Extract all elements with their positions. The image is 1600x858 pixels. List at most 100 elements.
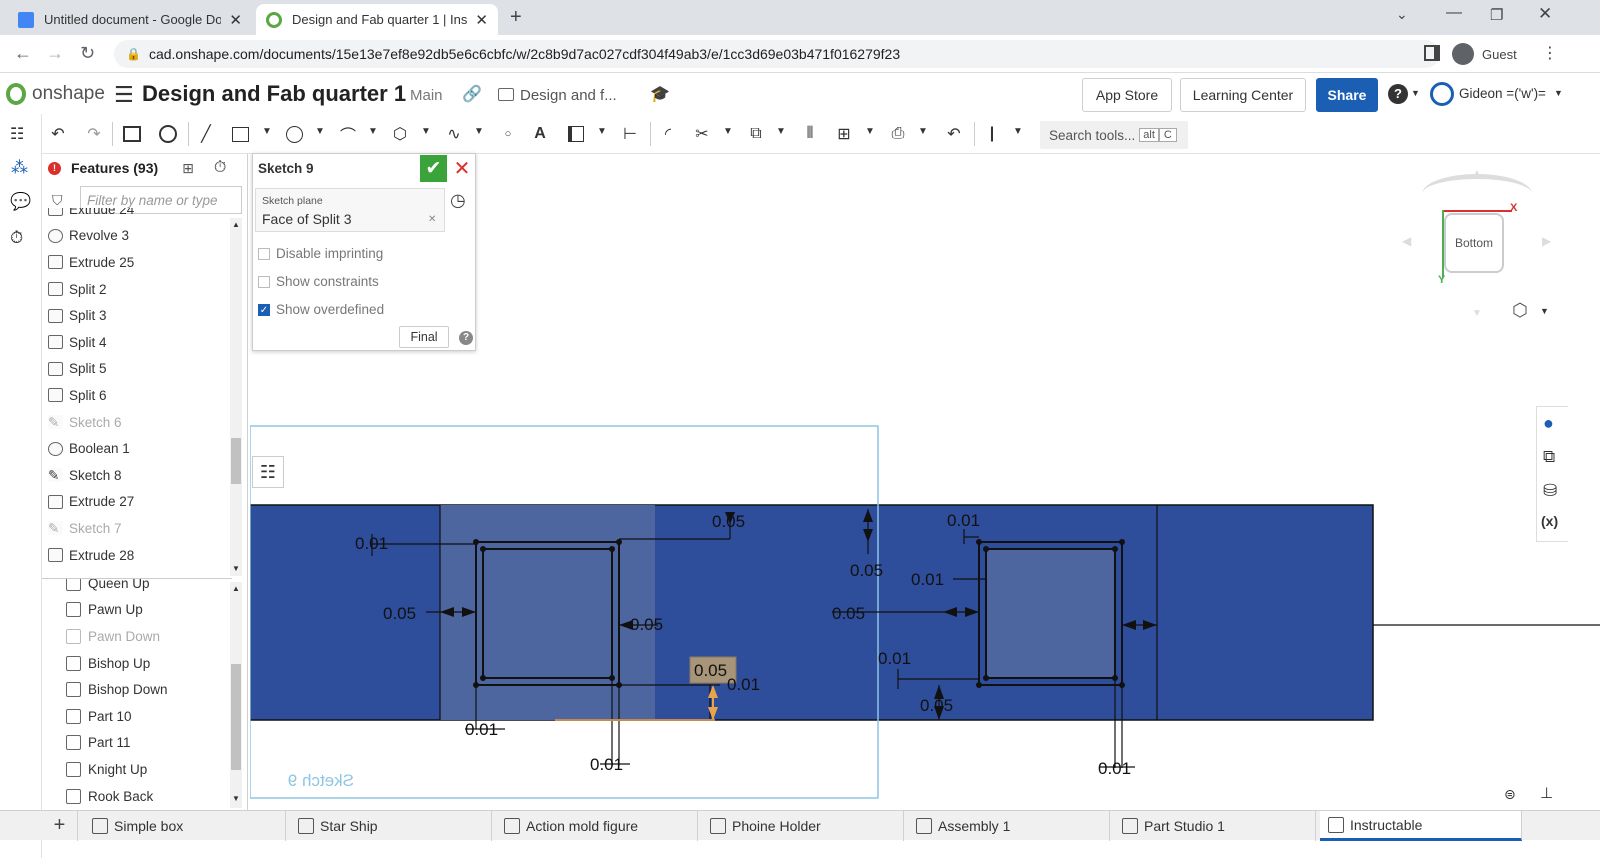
tab-instructable[interactable]: Instructable [1320,811,1522,841]
view-up-arrow-icon[interactable]: ▲ [1472,168,1482,179]
url-field[interactable]: 🔒 cad.onshape.com/documents/15e13e7ef8e9… [114,40,1440,68]
pattern-dropdown-icon[interactable]: ▼ [865,126,875,137]
checkbox-box[interactable] [258,275,270,288]
dimension-label[interactable]: 0.05 [850,561,883,580]
list-item[interactable]: Queen Up [42,579,232,597]
help-icon[interactable]: ? [1388,84,1408,104]
list-item[interactable]: ✎ Sketch 7 [42,515,232,542]
dimension-label[interactable]: 0.01 [911,570,944,589]
reload-icon[interactable]: ↻ [80,43,95,64]
forward-arrow-icon[interactable]: → [46,43,64,64]
checkbox-box[interactable] [258,247,270,260]
learning-center-button[interactable]: Learning Center [1180,78,1306,112]
view-cube[interactable]: ▲ ◀ ▶ ▼ Bottom X Y [1402,168,1554,319]
list-item[interactable]: Extrude 27 [42,489,232,516]
scrollbar-thumb[interactable] [231,438,241,484]
scroll-up-icon[interactable]: ▲ [232,584,240,593]
list-item[interactable]: Knight Up [42,756,232,783]
list-item[interactable]: Extrude 25 [42,249,232,276]
cancel-x-icon[interactable]: ✕ [451,156,473,182]
list-item[interactable]: Split 6 [42,382,232,409]
dimension-label[interactable]: 0.01 [1098,759,1131,778]
rectangle-tool-icon[interactable] [228,122,252,146]
list-item[interactable]: Part 11 [42,730,232,757]
dimension-label[interactable]: 0.05 [694,661,727,680]
list-item[interactable]: ✎ Sketch 8 [42,462,232,489]
accept-check-icon[interactable]: ✔ [420,155,447,182]
tab-simple-box[interactable]: Simple box [84,811,286,841]
folder-breadcrumb[interactable]: Design and f... [520,87,617,104]
circle-dropdown-icon[interactable]: ▼ [315,126,325,137]
use-icon[interactable] [120,122,144,146]
tab-action-mold-figure[interactable]: Action mold figure [496,811,698,841]
polygon-dropdown-icon[interactable]: ▼ [421,126,431,137]
feature-list-scrollbar[interactable] [230,218,242,576]
tab-phoine-holder[interactable]: Phoine Holder [702,811,904,841]
filter-icon[interactable]: ⛉ [52,192,63,209]
back-arrow-icon[interactable]: ← [14,43,32,64]
dimension-label[interactable]: 0.01 [878,649,911,668]
sketch-plane-field[interactable]: Sketch plane Face of Split 3 ✕ [255,188,445,232]
tab-search-chevron-icon[interactable]: ⌄ [1396,6,1408,23]
offset-tool-icon[interactable]: ⧉ [744,122,768,146]
trim-tool-icon[interactable]: ✂ [690,122,714,146]
appearance-icon[interactable]: ● [1543,413,1554,434]
show-constraints-checkbox[interactable]: Show constraints [258,274,379,289]
restore-icon[interactable]: ❐ [1490,6,1503,24]
view-down-arrow-icon[interactable]: ▼ [1472,308,1482,319]
more-tools-dropdown-icon[interactable]: ▼ [1013,126,1023,137]
bill-of-materials-icon[interactable]: ⧉ [1543,447,1555,467]
view-options-cube-icon[interactable]: ⬡ [1512,300,1528,321]
list-item[interactable]: Boolean 1 [42,435,232,462]
list-item[interactable]: Extrude 24 [42,208,232,223]
search-tools-input[interactable]: Search tools... alt C [1040,121,1188,149]
comments-icon[interactable]: 💬 [10,192,31,212]
list-item[interactable]: Extrude 28 [42,542,232,569]
construction-tool-icon[interactable] [564,122,588,146]
intersection-icon[interactable] [156,122,180,146]
sketch-square-right-inner[interactable] [985,548,1116,679]
mass-properties-icon[interactable]: ⛁ [1543,481,1557,501]
final-button[interactable]: Final [399,326,449,348]
fillet-tool-icon[interactable]: ◜ [656,122,680,146]
minimize-icon[interactable]: — [1446,4,1462,22]
dimension-label[interactable]: 0.05 [630,615,663,634]
dxf-dropdown-icon[interactable]: ▼ [918,126,928,137]
dimension-label[interactable]: 0.01 [727,675,760,694]
spline-tool-icon[interactable]: ∿ [442,122,466,146]
user-name[interactable]: Gideon =('w')= [1459,86,1546,101]
view-cube-face-bottom[interactable]: Bottom [1444,213,1504,273]
list-item[interactable]: ✎ Sketch 6 [42,409,232,436]
version-history-icon[interactable]: ⏱ [10,228,23,248]
hamburger-menu-icon[interactable]: ☰ [114,82,134,108]
list-item[interactable]: Split 2 [42,276,232,303]
share-button[interactable]: Share [1316,78,1378,112]
spline-dropdown-icon[interactable]: ▼ [474,126,484,137]
line-tool-icon[interactable]: ╱ [194,122,218,146]
circle-tool-icon[interactable] [282,122,306,146]
dimension-label[interactable]: 0.05 [712,512,745,531]
redo-icon[interactable]: ↷ [82,122,106,146]
browser-tab-google-doc[interactable]: Untitled document - Google Doc ✕ [8,4,252,35]
browser-tab-onshape[interactable]: Design and Fab quarter 1 | Instru ✕ [256,4,498,35]
feature-list-icon[interactable]: ☷ [10,124,24,144]
view-normal-icon[interactable]: ◷ [450,190,466,211]
text-tool-icon[interactable]: A [528,122,552,146]
list-item[interactable]: Rook Back [42,783,232,809]
view-right-arrow-icon[interactable]: ▶ [1542,234,1551,248]
user-avatar-icon[interactable] [1430,82,1454,106]
list-item[interactable]: Part 10 [42,703,232,730]
part-face[interactable] [250,504,1374,721]
arc-dropdown-icon[interactable]: ▼ [368,126,378,137]
dxf-import-icon[interactable]: ⎙ [886,122,910,146]
close-tab-icon[interactable]: ✕ [229,11,242,29]
add-custom-feature-icon[interactable]: ⁂ [11,158,28,178]
profile-button[interactable]: Guest [1452,41,1532,67]
list-item[interactable]: Pawn Down [42,623,232,650]
dimension-label[interactable]: 0.05 [383,604,416,623]
clear-selection-icon[interactable]: ✕ [428,214,436,225]
view-left-arrow-icon[interactable]: ◀ [1402,234,1411,248]
scroll-down-icon[interactable]: ▼ [232,564,240,573]
variables-icon[interactable]: (x) [1541,513,1558,529]
mirror-tool-icon[interactable]: ⫴ [798,122,822,146]
